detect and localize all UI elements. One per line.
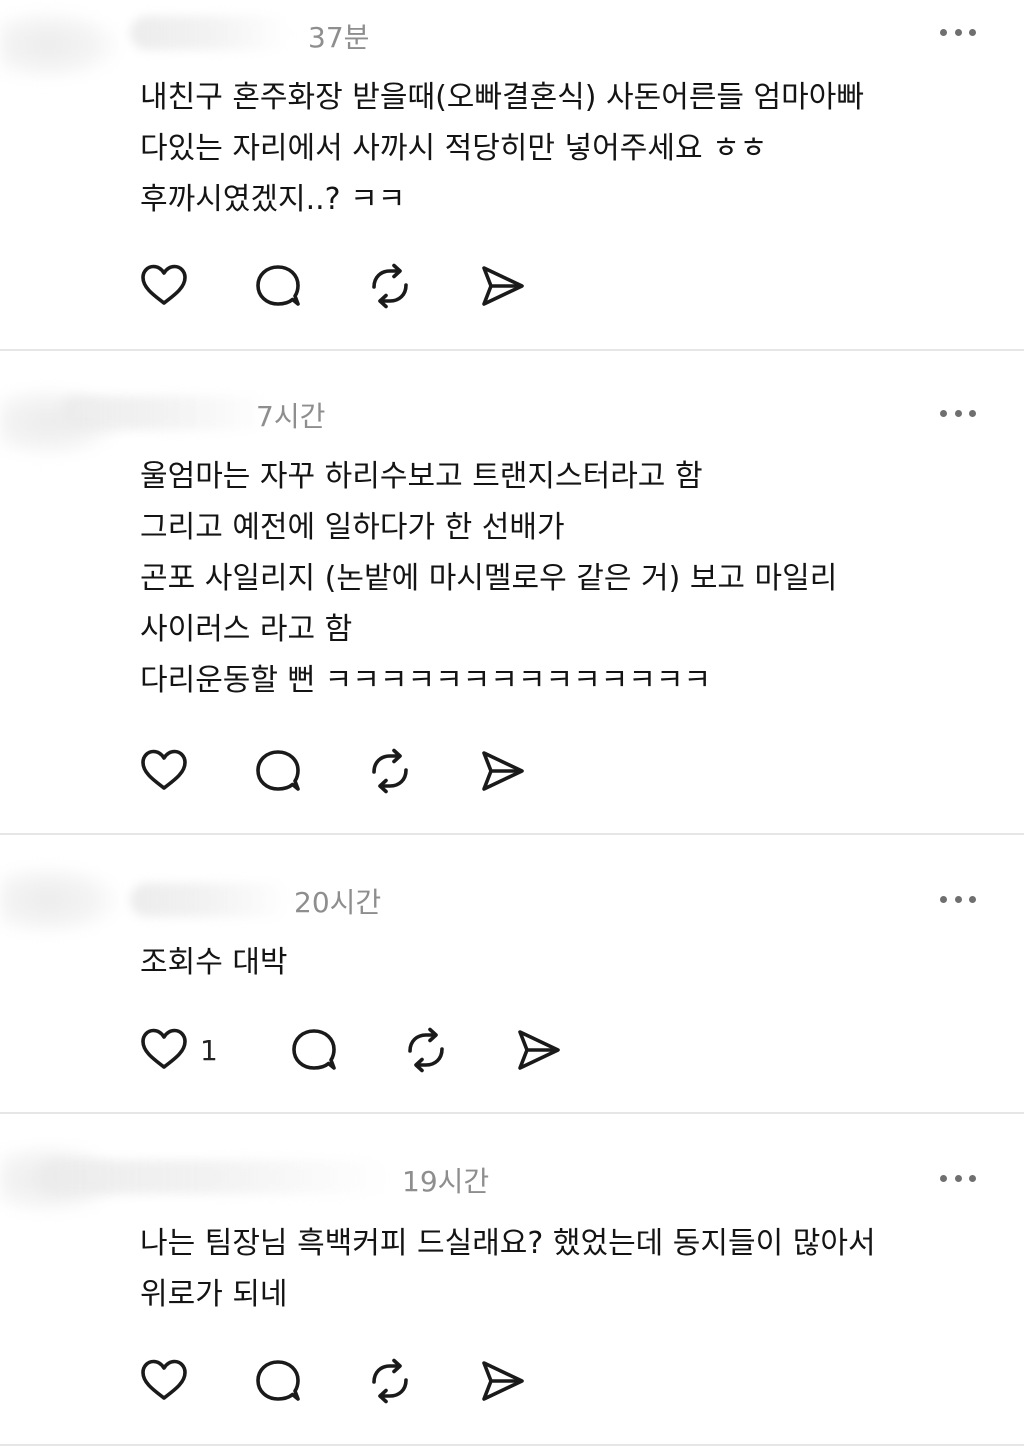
repost-icon [408,1027,444,1073]
send-icon [482,266,524,306]
post-body: 조회수 대박 [140,937,964,988]
share-button[interactable] [514,1026,562,1074]
post: 7시간 울엄마는 자꾸 하리수보고 트랜지스터라고 함 그리고 예전에 일하다가… [0,351,1024,835]
post: 19시간 나는 팀장님 흑백커피 드실래요? 했었는데 동지들이 많아서 위로가… [0,1114,1024,1446]
more-horizontal-icon [940,895,947,903]
post-text-line: 후까시였겠지..? ㅋㅋ [140,182,406,217]
reply-button[interactable] [254,262,302,310]
post-body: 울엄마는 자꾸 하리수보고 트랜지스터라고 함 그리고 예전에 일하다가 한 선… [140,451,964,706]
post-timestamp: 20시간 [294,886,382,919]
action-bar [140,747,526,795]
post-text-line: 내친구 혼주화장 받을때(오빠결혼식) 사돈어른들 엄마아빠 [140,80,864,115]
reply-button[interactable] [290,1026,338,1074]
share-button[interactable] [478,262,526,310]
more-options-button[interactable] [940,895,976,903]
avatar[interactable] [0,10,120,80]
comment-bubble-icon [292,1029,336,1070]
like-button[interactable] [140,747,188,795]
post-timestamp: 19시간 [402,1165,490,1198]
post-text-line: 다리운동할 뻔 ㅋㅋㅋㅋㅋㅋㅋㅋㅋㅋㅋㅋㅋㅋ [140,663,712,698]
like-button[interactable] [140,1357,188,1405]
post-text-line: 그리고 예전에 일하다가 한 선배가 [140,510,565,545]
action-bar [140,262,526,310]
like-button[interactable] [140,262,188,310]
post-body: 나는 팀장님 흑백커피 드실래요? 했었는데 동지들이 많아서 위로가 되네 [140,1218,964,1320]
post-text-line: 곤포 사일리지 (논밭에 마시멜로우 같은 거) 보고 마일리 [140,561,838,596]
avatar[interactable] [0,865,120,935]
like-button[interactable]: 1 [140,1026,218,1074]
repost-button[interactable] [402,1026,450,1074]
reply-button[interactable] [254,1357,302,1405]
more-horizontal-icon [940,28,947,36]
username-redacted[interactable] [40,1160,390,1194]
post-timestamp: 37분 [308,21,370,54]
heart-icon [141,749,187,790]
share-button[interactable] [478,1357,526,1405]
send-icon [518,1030,560,1070]
like-count: 1 [200,1033,218,1067]
post-text-line: 나는 팀장님 흑백커피 드실래요? 했었는데 동지들이 많아서 [140,1226,876,1261]
send-icon [482,1361,524,1401]
post-text-line: 다있는 자리에서 사까시 적당히만 넣어주세요 ㅎㅎ [140,131,768,166]
more-options-button[interactable] [940,1174,976,1182]
action-bar: 1 [140,1026,562,1074]
more-options-button[interactable] [940,28,976,36]
repost-button[interactable] [366,262,414,310]
repost-button[interactable] [366,747,414,795]
post-text-line: 울엄마는 자꾸 하리수보고 트랜지스터라고 함 [140,459,703,494]
share-button[interactable] [478,747,526,795]
post-timestamp: 7시간 [256,400,326,433]
reply-button[interactable] [254,747,302,795]
comment-bubble-icon [256,750,300,791]
comment-bubble-icon [256,265,300,306]
more-options-button[interactable] [940,409,976,417]
username-redacted[interactable] [130,883,290,917]
post: 37분 내친구 혼주화장 받을때(오빠결혼식) 사돈어른들 엄마아빠 다있는 자… [0,0,1024,351]
post-body: 내친구 혼주화장 받을때(오빠결혼식) 사돈어른들 엄마아빠 다있는 자리에서 … [140,72,964,225]
repost-button[interactable] [366,1357,414,1405]
send-icon [482,751,524,791]
repost-icon [372,1358,408,1404]
post: 20시간 조회수 대박 1 [0,835,1024,1114]
more-horizontal-icon [940,1174,947,1182]
post-text-line: 위로가 되네 [140,1277,288,1312]
comment-bubble-icon [256,1360,300,1401]
heart-icon [141,264,187,305]
heart-icon [141,1028,187,1069]
heart-icon [141,1359,187,1400]
repost-icon [372,748,408,794]
repost-icon [372,263,408,309]
post-text-line: 사이러스 라고 함 [140,612,353,647]
action-bar [140,1357,526,1405]
username-redacted[interactable] [130,16,290,50]
more-horizontal-icon [940,409,947,417]
username-redacted[interactable] [60,396,270,430]
post-text-line: 조회수 대박 [140,945,288,980]
